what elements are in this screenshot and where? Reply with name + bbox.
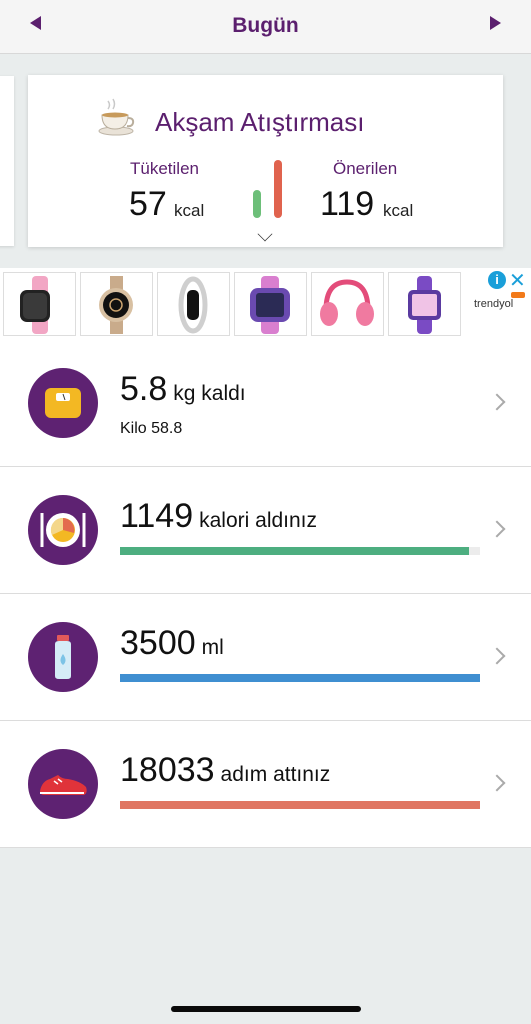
water-progress <box>120 674 480 682</box>
chevron-right-icon <box>488 393 506 411</box>
steps-row[interactable]: 18033 adım attınız <box>0 721 531 848</box>
ad-product-kids-smartwatch[interactable] <box>234 272 307 336</box>
ad-banner[interactable]: i ✕ trendyol <box>0 268 531 340</box>
steps-progress <box>120 801 480 809</box>
weight-suffix: kg kaldı <box>173 382 246 405</box>
kids-smartwatch-icon <box>250 276 290 334</box>
calories-value-line: 1149 kalori aldınız <box>120 497 317 536</box>
ad-product-headphones[interactable] <box>311 272 384 336</box>
sneaker-icon <box>28 749 98 819</box>
previous-meal-card[interactable] <box>0 76 14 246</box>
calories-row[interactable]: 1149 kalori aldınız <box>0 467 531 594</box>
current-weight: Kilo 58.8 <box>120 420 183 437</box>
tea-cup-icon <box>98 98 135 136</box>
consumed-unit: kcal <box>174 201 205 220</box>
plate-icon <box>28 495 98 565</box>
calories-progress-fill <box>120 547 470 555</box>
calories-suffix: kalori aldınız <box>199 509 318 532</box>
smartwatch-gold-icon <box>99 276 133 334</box>
water-bottle-icon <box>28 622 98 692</box>
smartwatch-pink-icon <box>20 276 50 334</box>
recommended-bar <box>274 160 282 218</box>
ad-info-icon[interactable]: i <box>488 271 506 289</box>
chevron-right-icon <box>488 647 506 665</box>
consumed-value: 57 <box>129 185 167 223</box>
date-title: Bugün <box>232 14 299 37</box>
summary-list: 5.8 kg kaldı Kilo 58.8 1149 kalori aldınız <box>0 340 531 848</box>
calories-value: 1149 <box>120 497 194 535</box>
meal-title: Akşam Atıştırması <box>155 107 365 137</box>
weight-value: 5.8 <box>120 370 168 408</box>
consumed-label: Tüketilen <box>130 159 199 178</box>
steps-progress-fill <box>120 801 480 809</box>
ad-brand-name: trendyol <box>474 298 514 310</box>
close-icon[interactable]: ✕ <box>509 268 526 293</box>
scale-icon <box>28 368 98 438</box>
chevron-right-icon <box>488 520 506 538</box>
headphones-icon <box>320 279 374 326</box>
water-row[interactable]: 3500 ml <box>0 594 531 721</box>
steps-value-line: 18033 adım attınız <box>120 751 330 790</box>
weight-row[interactable]: 5.8 kg kaldı Kilo 58.8 <box>0 340 531 467</box>
water-value-line: 3500 ml <box>120 624 224 663</box>
chevron-right-icon <box>488 774 506 792</box>
recommended-value: 119 <box>320 185 375 223</box>
water-value: 3500 <box>120 624 196 662</box>
chevron-down-icon[interactable] <box>257 226 273 242</box>
ad-product-gold-watch[interactable] <box>80 272 153 336</box>
next-day-button[interactable] <box>490 16 501 30</box>
water-suffix: ml <box>201 636 224 659</box>
top-bar: Bugün <box>0 0 531 54</box>
ad-product-kids-watch[interactable] <box>388 272 461 336</box>
steps-suffix: adım attınız <box>220 763 331 786</box>
recommended-label: Önerilen <box>333 159 398 178</box>
ad-product-bracelet-watch[interactable] <box>157 272 230 336</box>
ad-product-pink-smartwatch[interactable] <box>3 272 76 336</box>
water-progress-fill <box>120 674 480 682</box>
weight-value-line: 5.8 kg kaldı <box>120 370 246 409</box>
kids-watch-purple-icon <box>408 276 441 334</box>
bracelet-watch-icon <box>178 276 208 334</box>
steps-value: 18033 <box>120 751 215 789</box>
calories-progress <box>120 547 480 555</box>
recommended-unit: kcal <box>383 201 414 220</box>
consumed-bar <box>253 190 261 218</box>
meal-card[interactable]: Akşam Atıştırması Tüketilen Önerilen 57 … <box>28 75 503 247</box>
home-indicator[interactable] <box>171 1006 361 1012</box>
